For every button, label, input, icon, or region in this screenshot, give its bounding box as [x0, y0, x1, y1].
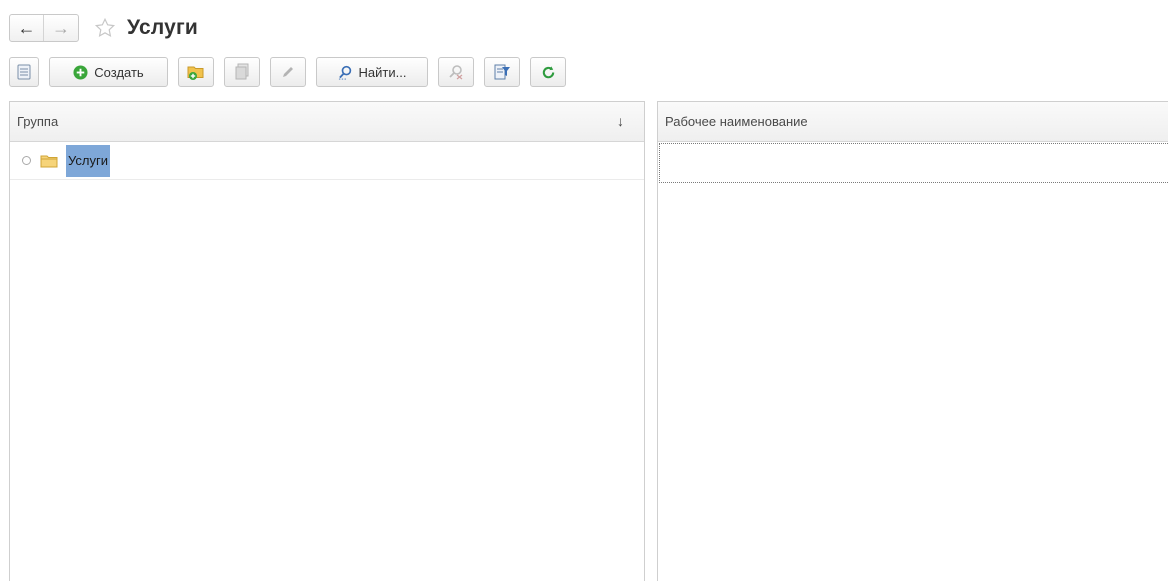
empty-list-row[interactable]: [659, 143, 1168, 183]
page-title: Услуги: [127, 16, 199, 39]
edit-button[interactable]: [270, 57, 306, 87]
navigation-buttons: ← →: [9, 14, 79, 42]
copy-button[interactable]: [224, 57, 260, 87]
refresh-icon: [542, 65, 554, 78]
arrow-right-icon: →: [52, 18, 70, 38]
title-row: ← → Услуги: [9, 12, 198, 44]
forward-button[interactable]: →: [44, 15, 78, 41]
star-icon: [94, 17, 116, 38]
folder-add-icon: [187, 66, 204, 80]
create-button[interactable]: Создать: [49, 57, 168, 87]
search-icon: [338, 65, 351, 80]
cancel-search-button[interactable]: [438, 57, 474, 87]
group-column-header[interactable]: Группа ↓: [10, 102, 644, 142]
create-group-button[interactable]: [178, 57, 214, 87]
list-icon: [17, 64, 31, 80]
group-column-title: Группа: [17, 114, 59, 129]
find-button-label: Найти...: [358, 64, 407, 80]
favorite-button[interactable]: [93, 16, 117, 40]
working-name-column-title: Рабочее наименование: [665, 114, 808, 129]
toolbar: Создать Найти...: [9, 57, 576, 87]
items-list-panel: Рабочее наименование: [657, 101, 1168, 581]
find-button[interactable]: Найти...: [316, 57, 428, 87]
tree-node-bullet-icon[interactable]: [22, 156, 31, 165]
filter-list-button[interactable]: [484, 57, 520, 87]
group-tree-panel: Группа ↓ Услуги: [9, 101, 645, 581]
filter-list-icon: [494, 64, 510, 80]
folder-icon: [40, 154, 58, 168]
tree-row[interactable]: Услуги: [10, 142, 644, 180]
pencil-icon: [283, 67, 293, 77]
back-button[interactable]: ←: [10, 15, 44, 41]
list-view-button[interactable]: [9, 57, 39, 87]
plus-circle-icon: [73, 64, 88, 80]
copy-icon: [235, 63, 249, 80]
search-cancel-icon: [449, 65, 463, 80]
working-name-column-header[interactable]: Рабочее наименование: [658, 102, 1168, 142]
create-button-label: Создать: [94, 64, 144, 80]
refresh-button[interactable]: [530, 57, 566, 87]
tree-item-label[interactable]: Услуги: [66, 144, 110, 177]
sort-descending-icon[interactable]: ↓: [617, 113, 624, 129]
arrow-left-icon: ←: [17, 18, 36, 38]
